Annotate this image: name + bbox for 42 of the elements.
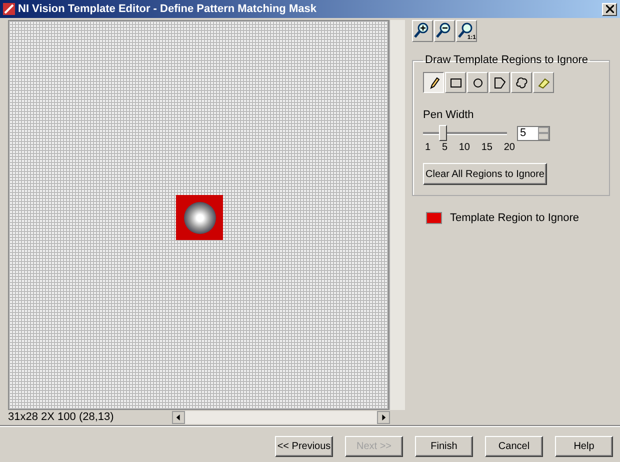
close-button[interactable] bbox=[602, 2, 617, 16]
zoom-out-button[interactable] bbox=[434, 20, 455, 42]
pen-width-field[interactable]: 5 bbox=[517, 126, 550, 140]
vertical-scrollbar[interactable] bbox=[389, 20, 405, 410]
freehand-tool-button[interactable] bbox=[511, 72, 532, 93]
pencil-tool-button[interactable] bbox=[423, 72, 444, 93]
magnifier-icon bbox=[458, 22, 474, 38]
wizard-button[interactable]: Finish bbox=[415, 436, 473, 456]
slider-tick-label: 10 bbox=[458, 142, 470, 153]
window-title: NI Vision Template Editor - Define Pattern Matching Mask bbox=[18, 3, 318, 15]
slider-tick-label: 20 bbox=[504, 142, 515, 153]
scroll-right-icon[interactable] bbox=[377, 410, 390, 424]
polygon-tool-button[interactable] bbox=[489, 72, 510, 93]
zoom-in-button[interactable] bbox=[412, 20, 433, 42]
horizontal-scrollbar[interactable] bbox=[172, 410, 390, 424]
wizard-button[interactable]: Cancel bbox=[485, 436, 543, 456]
zoom-out-icon bbox=[436, 22, 452, 38]
scroll-left-icon[interactable] bbox=[172, 410, 185, 424]
freehand-icon bbox=[514, 76, 528, 90]
zoom-in-icon bbox=[414, 22, 430, 38]
rectangle-icon bbox=[448, 76, 462, 90]
group-title: Draw Template Regions to Ignore bbox=[424, 54, 590, 66]
image-status-text: 31x28 2X 100 (28,13) bbox=[8, 411, 115, 423]
spin-buttons[interactable] bbox=[538, 126, 549, 140]
legend-label: Template Region to Ignore bbox=[450, 212, 580, 224]
slider-tick-label: 5 bbox=[442, 142, 448, 153]
oval-icon bbox=[470, 76, 484, 90]
eraser-icon bbox=[536, 76, 550, 90]
wizard-button[interactable]: << Previous bbox=[275, 436, 333, 456]
close-icon bbox=[606, 5, 614, 13]
masked-template-image bbox=[176, 195, 223, 240]
slider-thumb[interactable] bbox=[438, 125, 447, 141]
polygon-icon bbox=[492, 76, 506, 90]
slider-tick-label: 15 bbox=[481, 142, 492, 153]
app-icon bbox=[3, 3, 15, 15]
slider-tick-label: 1 bbox=[425, 142, 431, 153]
oval-tool-button[interactable] bbox=[467, 72, 488, 93]
wizard-button[interactable]: Help bbox=[555, 436, 613, 456]
clear-regions-button[interactable]: Clear All Regions to Ignore bbox=[423, 163, 547, 185]
rectangle-tool-button[interactable] bbox=[445, 72, 466, 93]
eraser-tool-button[interactable] bbox=[533, 72, 554, 93]
pen-width-label: Pen Width bbox=[423, 109, 475, 121]
